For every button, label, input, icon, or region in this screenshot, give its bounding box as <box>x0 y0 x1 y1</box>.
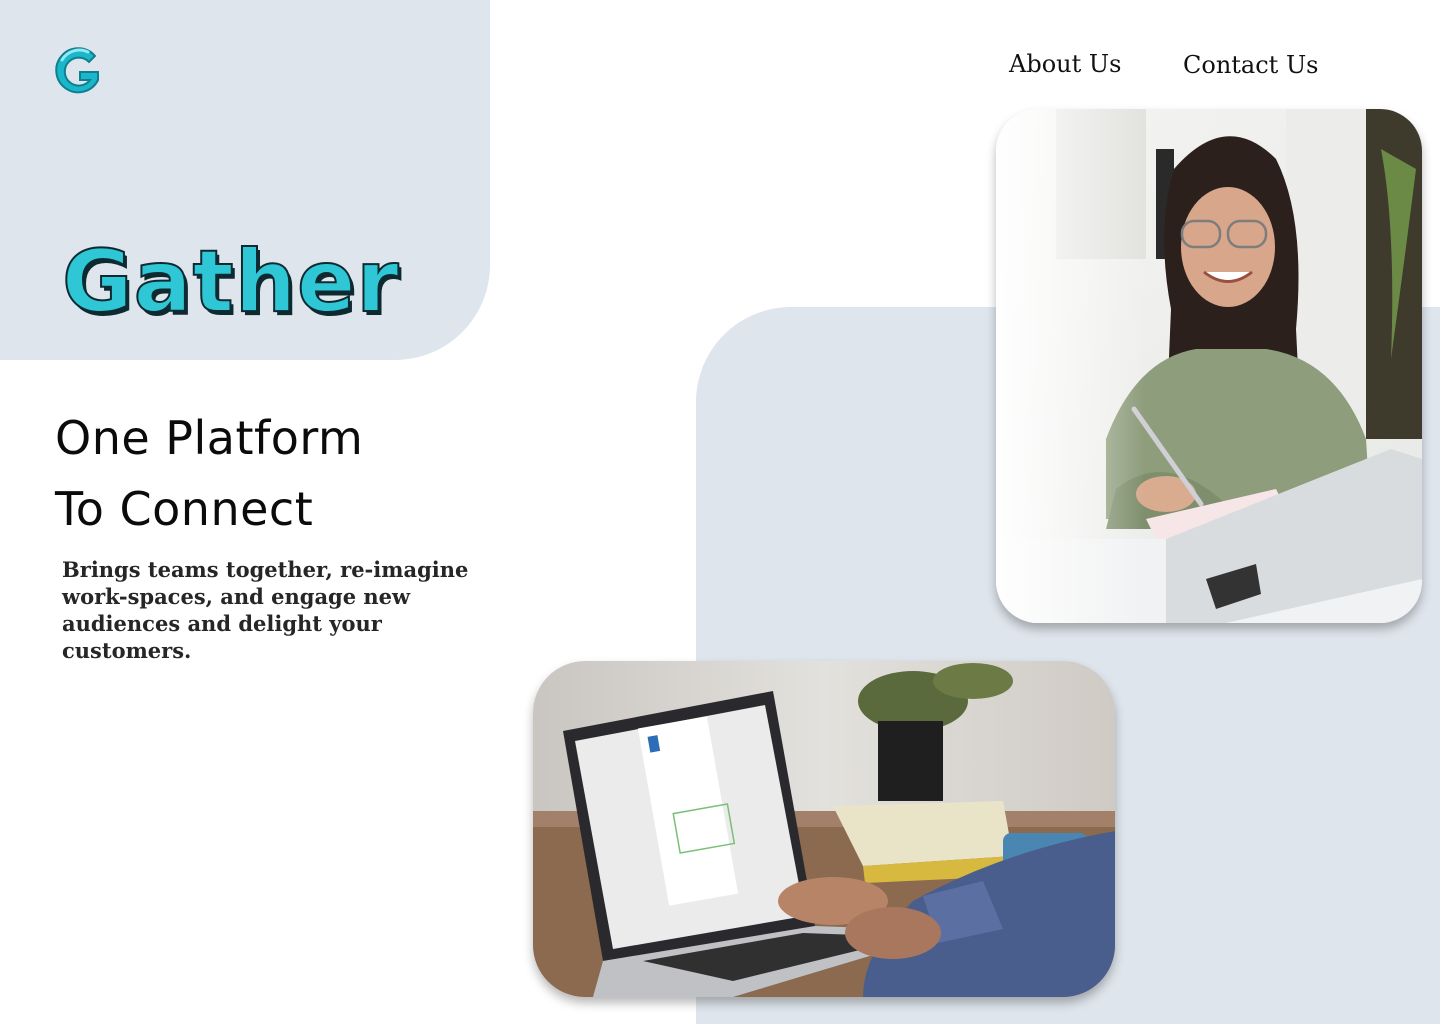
gather-logo-icon[interactable] <box>48 42 106 102</box>
hero-headline-line-2: To Connect <box>55 482 314 536</box>
hero-headline: One Platform To Connect <box>55 403 363 545</box>
nav-link-about-us[interactable]: About Us <box>1009 50 1121 78</box>
hero-headline-line-1: One Platform <box>55 411 364 465</box>
woman-writing-photo <box>996 109 1422 623</box>
hero-tagline: Brings teams together, re-imagine work-s… <box>62 557 469 663</box>
brand-wordmark: Gather <box>61 231 400 333</box>
nav-link-contact-us[interactable]: Contact Us <box>1183 51 1318 79</box>
top-navigation: About Us Contact Us <box>1008 50 1328 90</box>
laptop-typing-photo <box>533 661 1115 997</box>
